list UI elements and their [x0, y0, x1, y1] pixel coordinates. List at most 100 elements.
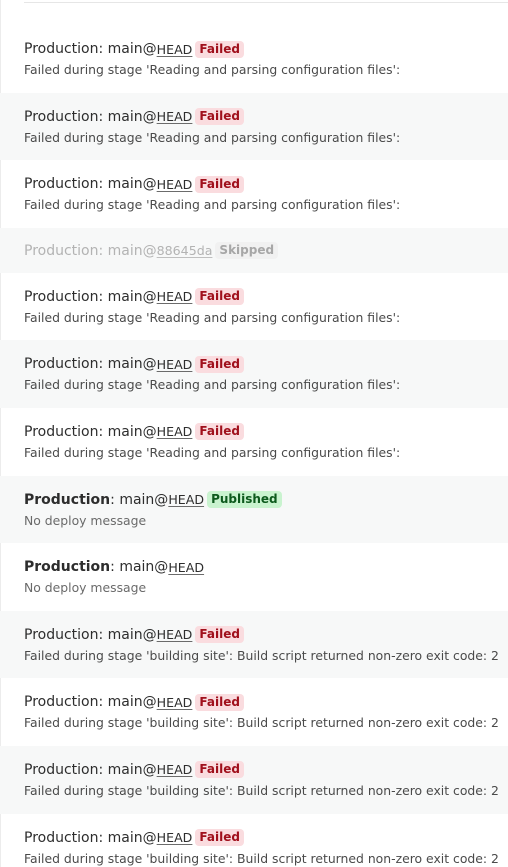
deploy-colon: :	[110, 491, 120, 508]
deploy-environment: Production	[24, 288, 99, 305]
deploy-title: Production: main@ HEAD Failed	[24, 624, 484, 646]
deploy-environment: Production	[24, 559, 111, 576]
deploy-environment: Production	[24, 108, 99, 125]
status-badge: Failed	[195, 175, 244, 193]
deploy-row[interactable]: Production: main@ HEAD Failed Failed dur…	[0, 610, 508, 679]
status-badge: Failed	[195, 108, 244, 126]
deploy-commit-link[interactable]: HEAD	[168, 560, 204, 575]
deploy-environment: Production	[24, 176, 99, 193]
deploy-title: Production: main@ HEAD Failed	[24, 421, 484, 443]
deploy-commit-link[interactable]: HEAD	[157, 357, 193, 372]
deploy-branch: main@	[107, 108, 157, 125]
deploy-row[interactable]: Production: main@ HEAD Failed Failed dur…	[0, 745, 508, 814]
deploy-title: Production: main@ HEAD Failed	[24, 353, 484, 375]
deploy-branch: main@	[107, 41, 157, 57]
deploy-title: Production: main@ HEAD Failed	[24, 827, 484, 849]
deploy-commit-link[interactable]: HEAD	[157, 424, 193, 439]
deploy-message: No deploy message	[24, 580, 147, 596]
deploy-commit-link[interactable]: HEAD	[157, 830, 193, 845]
deploy-environment: Production	[24, 356, 99, 373]
deploy-branch: main@	[107, 761, 157, 778]
deploy-colon: :	[98, 356, 108, 373]
deploy-list-page: Production: main@ HEAD Failed Failed dur…	[0, 0, 508, 867]
deploy-branch: main@	[107, 694, 157, 711]
deploy-commit-link[interactable]: HEAD	[157, 695, 193, 710]
deploy-branch: main@	[107, 288, 157, 305]
deploy-colon: :	[98, 423, 108, 440]
deploy-colon: :	[98, 694, 108, 711]
deploy-colon: :	[98, 242, 108, 259]
deploy-commit-link[interactable]: HEAD	[157, 177, 193, 192]
status-badge: Failed	[195, 829, 244, 847]
list-top-divider	[24, 0, 508, 3]
deploy-environment: Production	[24, 491, 111, 508]
deploy-environment: Production	[24, 761, 99, 778]
deploy-commit-link[interactable]: HEAD	[168, 492, 204, 507]
deploy-colon: :	[110, 559, 120, 576]
deploy-row[interactable]: Production: main@ 88645da Skipped	[0, 227, 508, 273]
deploy-environment: Production	[24, 41, 99, 57]
deploy-row[interactable]: Production: main@ HEAD Failed Failed dur…	[0, 273, 508, 341]
deploy-list: Production: main@ HEAD Failed Failed dur…	[0, 25, 508, 867]
deploy-message: Failed during stage 'Reading and parsing…	[24, 444, 401, 460]
deploy-colon: :	[98, 761, 108, 778]
deploy-commit-link[interactable]: 88645da	[157, 243, 213, 258]
deploy-message: Failed during stage 'building site': Bui…	[24, 715, 499, 731]
deploy-colon: :	[98, 108, 108, 125]
status-badge: Failed	[195, 761, 244, 779]
deploy-row[interactable]: Production: main@ HEAD Failed Failed dur…	[0, 678, 508, 746]
deploy-message: Failed during stage 'Reading and parsing…	[24, 62, 401, 77]
deploy-commit-link[interactable]: HEAD	[157, 109, 193, 124]
deploy-row[interactable]: Production: main@ HEAD No deploy message	[0, 543, 508, 611]
deploy-environment: Production	[24, 242, 99, 259]
deploy-title: Production: main@ HEAD Failed	[24, 759, 484, 781]
deploy-environment: Production	[24, 829, 99, 846]
deploy-message: No deploy message	[24, 512, 147, 528]
deploy-title: Production: main@ HEAD Failed	[24, 286, 484, 308]
deploy-row[interactable]: Production: main@ HEAD Failed Failed dur…	[0, 92, 508, 161]
deploy-commit-link[interactable]: HEAD	[157, 289, 193, 304]
deploy-colon: :	[98, 41, 108, 57]
deploy-environment: Production	[24, 694, 99, 711]
deploy-message: Failed during stage 'Reading and parsing…	[24, 129, 401, 145]
status-badge: Failed	[195, 423, 244, 441]
deploy-message: Failed during stage 'building site': Bui…	[24, 850, 499, 866]
deploy-title: Production: main@ HEAD Failed	[24, 106, 484, 128]
deploy-row[interactable]: Production: main@ HEAD Failed Failed dur…	[0, 160, 508, 228]
deploy-commit-link[interactable]: HEAD	[157, 627, 193, 642]
deploy-message: Failed during stage 'building site': Bui…	[24, 647, 499, 663]
deploy-row[interactable]: Production: main@ HEAD Failed Failed dur…	[0, 814, 508, 867]
deploy-message: Failed during stage 'building site': Bui…	[24, 782, 499, 798]
deploy-message: Failed during stage 'Reading and parsing…	[24, 377, 401, 393]
deploy-message: Failed during stage 'Reading and parsing…	[24, 197, 401, 213]
deploy-colon: :	[98, 626, 108, 643]
deploy-commit-link[interactable]: HEAD	[157, 42, 193, 57]
deploy-title: Production: main@ HEAD Published	[24, 489, 484, 511]
deploy-branch: main@	[119, 559, 169, 576]
deploy-row[interactable]: Production: main@ HEAD Failed Failed dur…	[0, 408, 508, 476]
deploy-branch: main@	[107, 626, 157, 643]
deploy-message: Failed during stage 'Reading and parsing…	[24, 309, 401, 325]
status-badge: Failed	[195, 355, 244, 373]
status-badge: Skipped	[215, 242, 279, 260]
deploy-branch: main@	[119, 491, 169, 508]
deploy-branch: main@	[107, 176, 157, 193]
deploy-colon: :	[98, 829, 108, 846]
status-badge: Failed	[195, 288, 244, 306]
deploy-row[interactable]: Production: main@ HEAD Failed Failed dur…	[0, 25, 508, 93]
deploy-branch: main@	[107, 423, 157, 440]
deploy-branch: main@	[107, 242, 157, 259]
deploy-environment: Production	[24, 626, 99, 643]
status-badge: Published	[207, 491, 282, 509]
deploy-row[interactable]: Production: main@ HEAD Failed Failed dur…	[0, 340, 508, 408]
deploy-title: Production: main@ HEAD Failed	[24, 38, 484, 60]
deploy-title: Production: main@ HEAD Failed	[24, 173, 484, 195]
status-badge: Failed	[195, 40, 244, 58]
deploy-row[interactable]: Production: main@ HEAD Published No depl…	[0, 475, 508, 544]
deploy-environment: Production	[24, 423, 99, 440]
status-badge: Failed	[195, 626, 244, 644]
status-badge: Failed	[195, 693, 244, 711]
deploy-commit-link[interactable]: HEAD	[157, 762, 193, 777]
deploy-branch: main@	[107, 356, 157, 373]
deploy-branch: main@	[107, 829, 157, 846]
